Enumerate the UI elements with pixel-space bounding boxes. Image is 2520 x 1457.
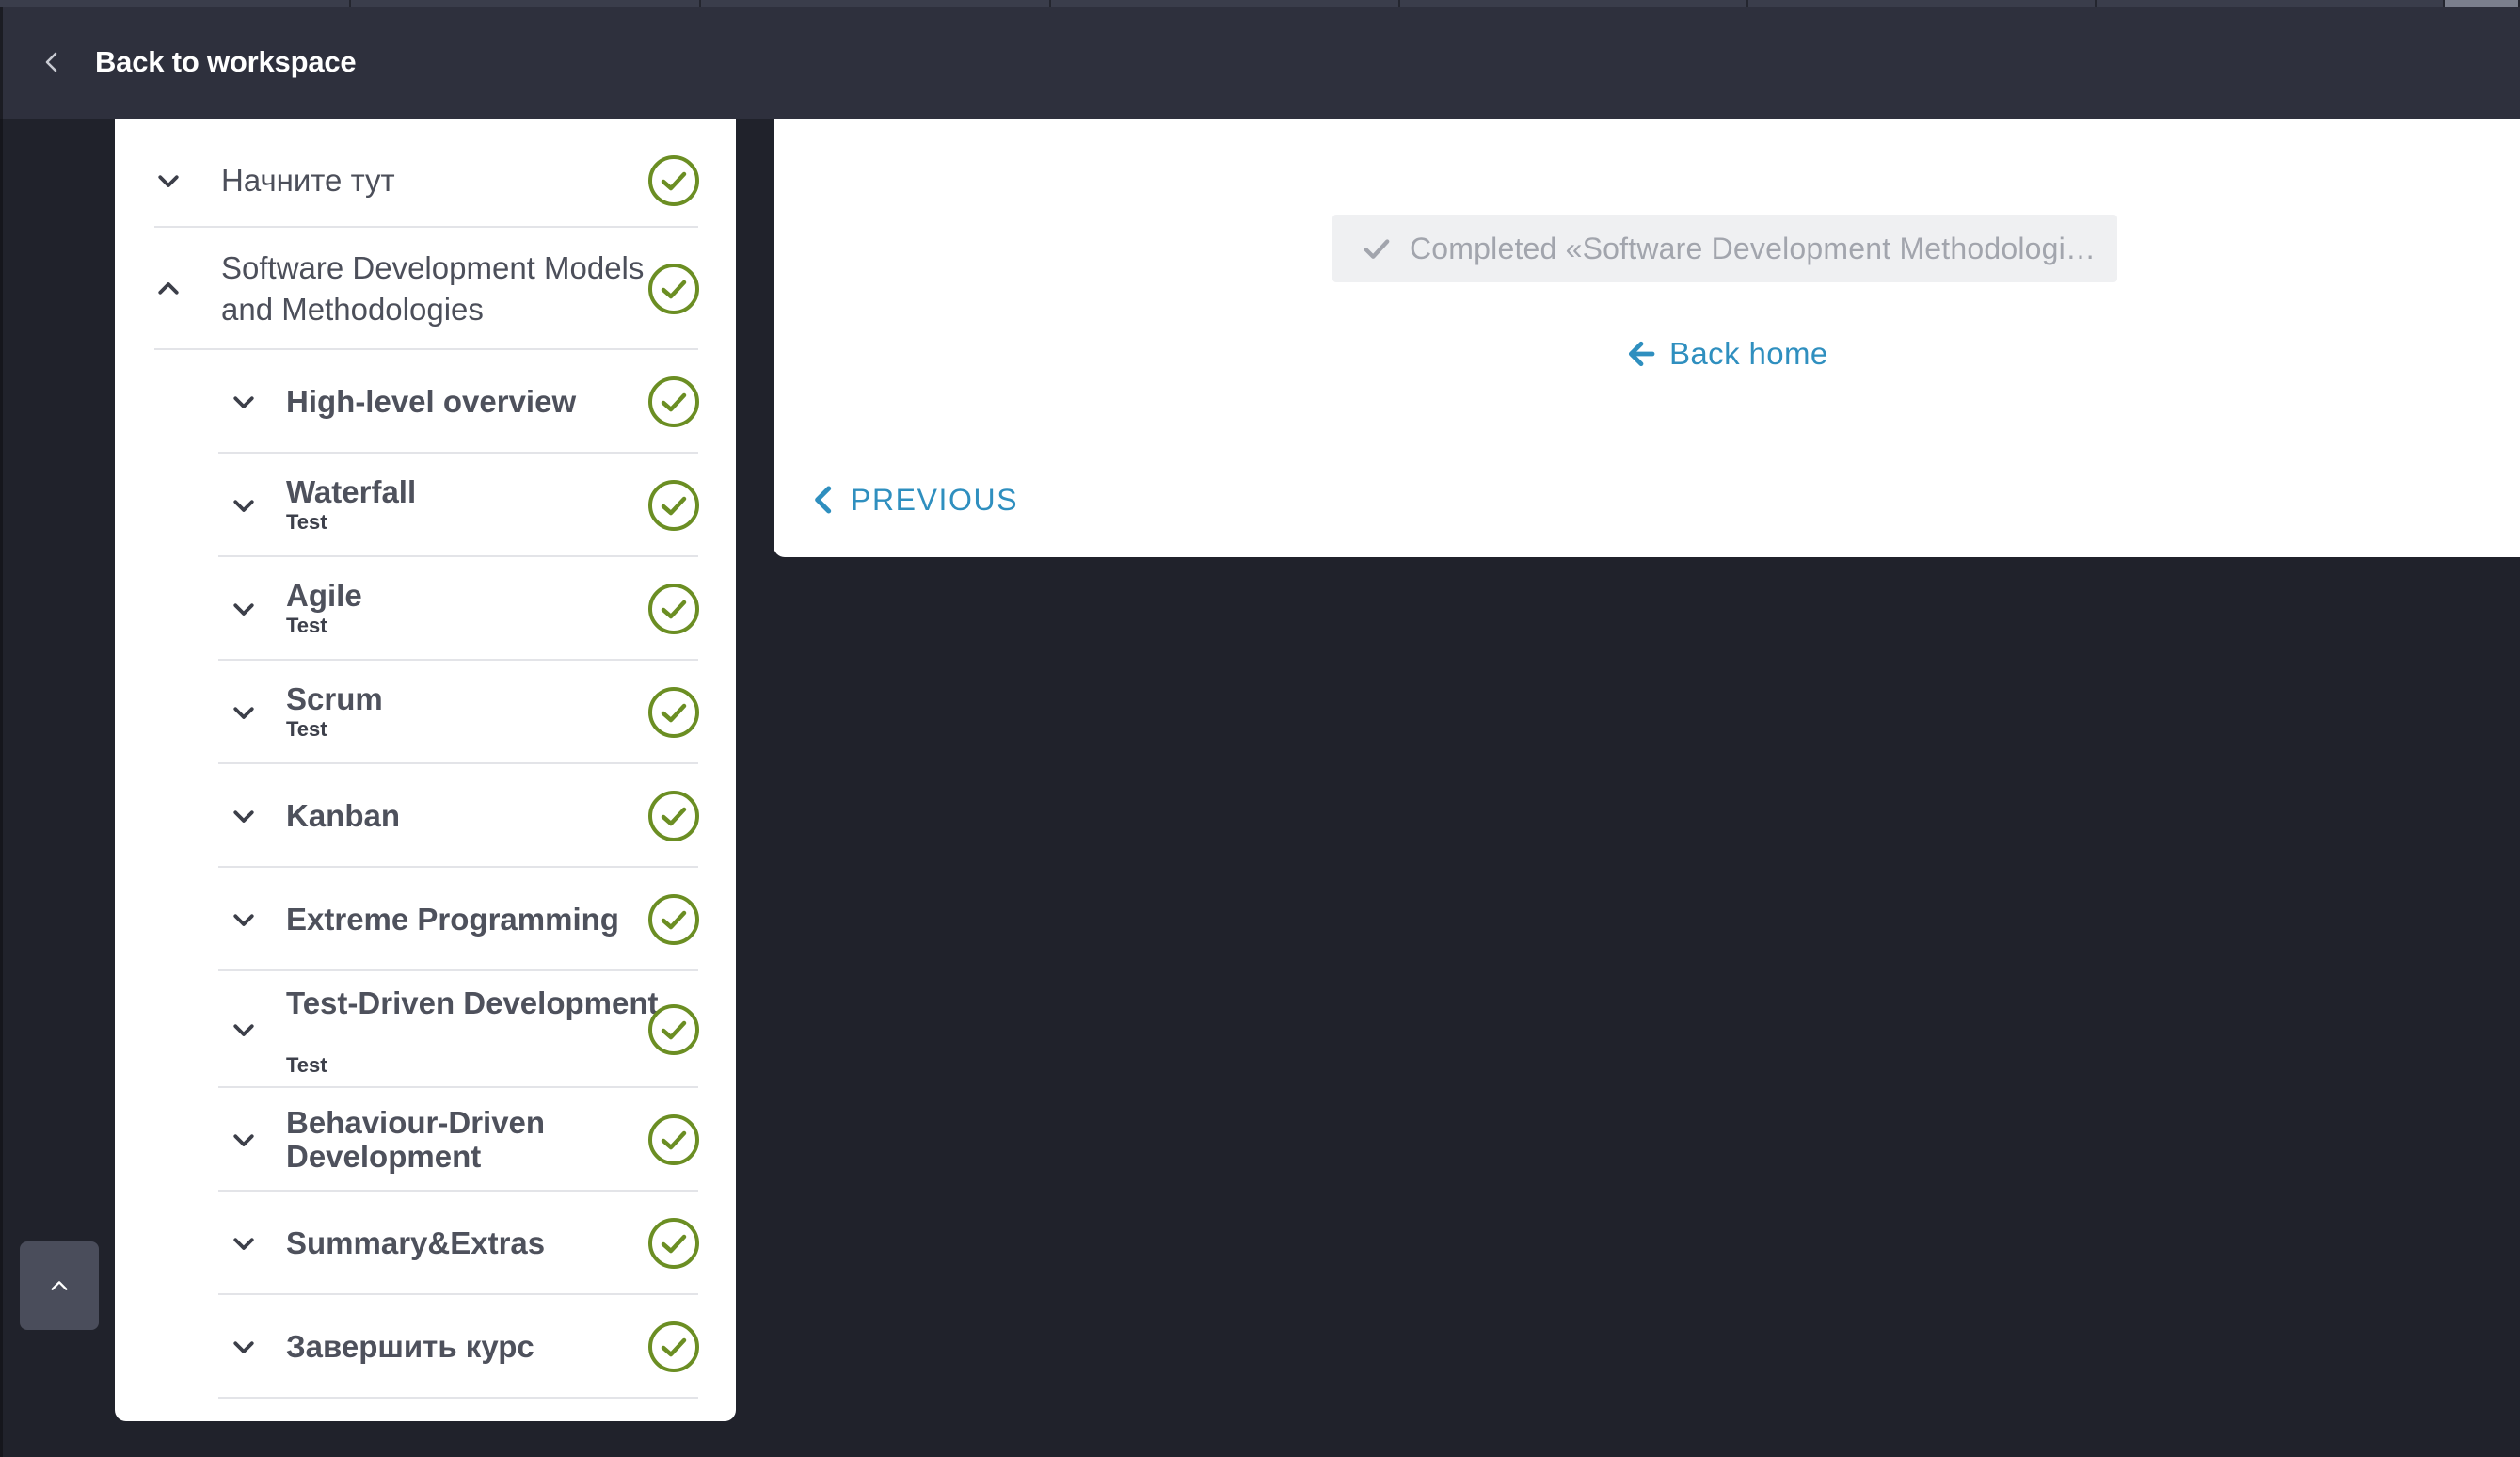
lesson-content-card: Completed «Software Development Methodol… — [774, 119, 2520, 557]
lesson-title: Scrum — [286, 681, 383, 716]
lesson-title: High-level overview — [286, 384, 577, 419]
chevron-down-icon[interactable] — [230, 1126, 258, 1154]
lesson-item[interactable]: Behaviour-Driven Development — [115, 1088, 736, 1192]
completed-check-icon — [648, 584, 699, 634]
chevron-down-icon[interactable] — [230, 1016, 258, 1044]
lesson-title: Waterfall — [286, 474, 417, 509]
chevron-left-icon — [815, 486, 832, 514]
previous-label: PREVIOUS — [851, 482, 1019, 517]
completed-check-icon — [648, 155, 699, 206]
arrow-left-icon — [1628, 341, 1655, 367]
chevron-down-icon[interactable] — [230, 698, 258, 727]
previous-button[interactable]: PREVIOUS — [811, 476, 1018, 523]
completed-check-icon — [648, 791, 699, 841]
chevron-down-icon[interactable] — [230, 388, 258, 416]
lesson-title: Behaviour-Driven Development — [286, 1105, 546, 1174]
lesson-item[interactable]: Agile Test — [115, 557, 736, 661]
progress-segment — [1400, 0, 1748, 7]
completed-check-icon — [648, 480, 699, 531]
lesson-title: Extreme Programming — [286, 902, 619, 937]
progress-segment — [351, 0, 701, 7]
completed-course-label: Completed «Software Development Methodol… — [1410, 231, 2106, 265]
section-item-expanded[interactable]: Software Development Models and Methodol… — [115, 228, 736, 350]
lesson-item[interactable]: Scrum Test — [115, 661, 736, 764]
lesson-subtitle: Test — [286, 1053, 327, 1077]
progress-segment — [1051, 0, 1400, 7]
lesson-item[interactable]: High-level overview — [115, 350, 736, 454]
progress-segment-current — [2445, 0, 2520, 7]
completed-course-button[interactable]: Completed «Software Development Methodol… — [1332, 215, 2117, 282]
lesson-title: Agile — [286, 578, 362, 613]
lesson-title: Test-Driven Development — [286, 985, 659, 1020]
lesson-subtitle: Test — [286, 510, 327, 534]
chevron-down-icon[interactable] — [154, 167, 183, 195]
section-title: Начните тут — [221, 163, 395, 198]
back-to-workspace-label: Back to workspace — [95, 45, 357, 78]
lesson-subtitle: Test — [286, 614, 327, 637]
completed-check-icon — [648, 1004, 699, 1055]
lesson-title: Завершить курс — [286, 1329, 534, 1364]
left-rail — [0, 119, 3, 1457]
chevron-down-icon[interactable] — [230, 802, 258, 830]
lesson-item[interactable]: Завершить курс — [115, 1295, 736, 1399]
completed-check-icon — [648, 1218, 699, 1269]
completed-check-icon — [648, 376, 699, 427]
divider — [218, 1397, 698, 1399]
progress-segment — [2097, 0, 2445, 7]
completed-check-icon — [648, 687, 699, 738]
chevron-down-icon[interactable] — [230, 491, 258, 520]
chevron-up-icon[interactable] — [154, 275, 183, 303]
lesson-item[interactable]: Test-Driven Development Test — [115, 971, 736, 1088]
chevron-down-icon[interactable] — [230, 905, 258, 934]
section-item[interactable]: Начните тут — [115, 134, 736, 228]
scroll-to-top-button[interactable] — [20, 1241, 99, 1330]
lesson-title: Summary&Extras — [286, 1225, 546, 1260]
chevron-down-icon[interactable] — [230, 1333, 258, 1361]
chevron-up-icon — [51, 1281, 68, 1290]
back-to-workspace-button[interactable]: Back to workspace — [40, 35, 357, 89]
chevron-left-icon — [45, 52, 57, 72]
app-window: Back to workspace Начните тут Software D… — [0, 0, 2520, 1457]
lesson-title: Kanban — [286, 798, 401, 833]
top-header: Back to workspace — [0, 7, 2520, 119]
lesson-item[interactable]: Extreme Programming — [115, 868, 736, 971]
back-home-label: Back home — [1669, 336, 1828, 371]
progress-segment — [1748, 0, 2097, 7]
check-icon — [1364, 239, 1390, 259]
lesson-item[interactable]: Waterfall Test — [115, 454, 736, 557]
section-title: Software Development Models and Methodol… — [221, 250, 645, 327]
completed-check-icon — [648, 1114, 699, 1165]
lesson-item[interactable]: Summary&Extras — [115, 1192, 736, 1295]
course-outline-sidebar: Начните тут Software Development Models … — [115, 119, 736, 1421]
lesson-item[interactable]: Kanban — [115, 764, 736, 868]
lesson-subtitle: Test — [286, 717, 327, 741]
back-home-link[interactable]: Back home — [1626, 330, 1828, 377]
completed-check-icon — [648, 1321, 699, 1372]
chevron-down-icon[interactable] — [230, 1229, 258, 1257]
top-progress-strip — [0, 0, 2520, 7]
completed-check-icon — [648, 264, 699, 314]
completed-check-icon — [648, 894, 699, 945]
chevron-down-icon[interactable] — [230, 595, 258, 623]
progress-segment — [701, 0, 1051, 7]
progress-segment — [0, 0, 351, 7]
